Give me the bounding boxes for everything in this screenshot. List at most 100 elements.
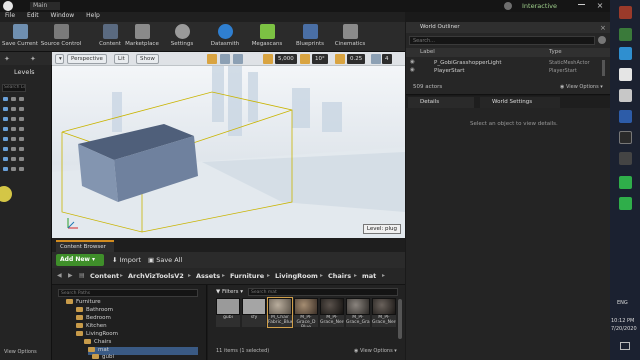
outliner-search-input[interactable]: Search...	[409, 36, 595, 45]
notification-icon[interactable]	[620, 342, 630, 350]
unreal-icon[interactable]	[619, 89, 632, 102]
lock-icon[interactable]	[11, 97, 16, 101]
breadcrumb-assets[interactable]: Assets	[196, 272, 220, 280]
blueprints-button[interactable]: Blueprints	[294, 24, 326, 47]
lock-icon[interactable]	[11, 127, 16, 131]
rotation-snap-value[interactable]: 10°	[312, 54, 328, 64]
breadcrumb-content[interactable]: Content	[90, 272, 119, 280]
levels-view-options[interactable]: View Options	[4, 349, 37, 355]
lit-button[interactable]: Lit	[114, 54, 129, 64]
tree-item-livingroom[interactable]: LivingRoom	[76, 331, 118, 339]
asset-search-input[interactable]: Search mat	[248, 288, 398, 296]
asset-sfy[interactable]: sfy	[242, 298, 266, 327]
tree-item-furniture[interactable]: Furniture	[66, 299, 101, 307]
view-options-button[interactable]: ◉ View Options ▾	[354, 348, 397, 354]
level-row[interactable]	[3, 136, 47, 143]
asset-material[interactable]: M_Chair Fabric_Blue	[267, 297, 293, 328]
col-type[interactable]: Type	[549, 49, 562, 55]
unreal-icon[interactable]	[619, 68, 632, 81]
close-button[interactable]: ×	[595, 1, 605, 11]
eye-icon[interactable]	[3, 157, 8, 161]
language-indicator[interactable]: ENG	[617, 300, 628, 306]
perspective-button[interactable]: Perspective	[67, 54, 107, 64]
tree-item-bathroom[interactable]: Bathroom	[76, 307, 113, 315]
scale-snap-icon[interactable]	[335, 54, 345, 64]
eye-icon[interactable]	[3, 147, 8, 151]
grid-snap-value[interactable]: 5,000	[275, 54, 297, 64]
filters-button[interactable]: ▼ Filters ▾	[216, 289, 243, 295]
lock-icon[interactable]	[11, 107, 16, 111]
level-viewport[interactable]: ▾ Perspective Lit Show 5,000 10° 0.25 4 …	[52, 52, 405, 238]
asset-gubi[interactable]: gubi	[216, 298, 240, 327]
levels-search-input[interactable]: Search Le	[2, 84, 26, 92]
content-button[interactable]: Content	[96, 24, 124, 47]
datasmith-button[interactable]: Datasmith	[210, 24, 240, 47]
back-icon[interactable]: ◀	[57, 272, 62, 279]
menu-file[interactable]: File	[5, 12, 15, 19]
search-paths-input[interactable]: Search Paths	[58, 289, 198, 297]
clock-date[interactable]: 7/20/2020	[611, 326, 637, 332]
level-row[interactable]	[3, 126, 47, 133]
world-local-icon[interactable]	[220, 54, 230, 64]
eye-icon[interactable]	[3, 167, 8, 171]
menu-edit[interactable]: Edit	[27, 12, 39, 19]
transform-icon[interactable]	[207, 54, 217, 64]
tree-item-gubi[interactable]: gubi	[92, 354, 114, 360]
breadcrumb-furniture[interactable]: Furniture	[230, 272, 264, 280]
eye-icon[interactable]	[3, 97, 8, 101]
add-new-button[interactable]: Add New ▾	[56, 254, 104, 266]
outliner-settings-icon[interactable]	[598, 36, 606, 44]
camera-speed-icon[interactable]	[371, 54, 381, 64]
col-label[interactable]: Label	[420, 49, 435, 55]
outliner-row[interactable]: ◉ PlayerStart PlayerStart	[406, 67, 602, 75]
cinematics-button[interactable]: Cinematics	[333, 24, 367, 47]
menu-help[interactable]: Help	[86, 12, 100, 19]
level-row[interactable]	[3, 116, 47, 123]
tab-details[interactable]: Details	[408, 97, 474, 108]
breadcrumb-livingroom[interactable]: LivingRoom	[275, 272, 318, 280]
asset-material[interactable]: M_PF Grace_D Blue	[294, 298, 318, 327]
outliner-view-options[interactable]: ◉ View Options ▾	[560, 84, 603, 90]
save-all-button[interactable]: ▣ Save All	[148, 256, 182, 264]
app-icon[interactable]	[619, 152, 632, 165]
eye-icon[interactable]	[3, 137, 8, 141]
tab-world-outliner[interactable]: World Outliner	[406, 22, 610, 33]
tree-item-bedroom[interactable]: Bedroom	[76, 315, 111, 323]
marketplace-button[interactable]: Marketplace	[125, 24, 159, 47]
asset-material[interactable]: M_PF Grace_Nero	[372, 298, 396, 327]
lock-icon[interactable]	[11, 157, 16, 161]
eye-icon[interactable]	[3, 117, 8, 121]
scrollbar[interactable]	[398, 299, 402, 339]
app-icon[interactable]	[619, 131, 632, 144]
snap-surface-icon[interactable]	[233, 54, 243, 64]
breadcrumb-chairs[interactable]: Chairs	[328, 272, 351, 280]
level-row[interactable]	[3, 96, 47, 103]
clock-time[interactable]: 10:12 PM	[611, 318, 634, 324]
scale-snap-value[interactable]: 0.25	[347, 54, 366, 64]
app-icon[interactable]	[619, 6, 632, 19]
viewport-menu-button[interactable]: ▾	[55, 54, 64, 64]
source-control-button[interactable]: Source Control	[40, 24, 82, 47]
level-row[interactable]	[3, 106, 47, 113]
save-current-button[interactable]: Save Current	[2, 24, 38, 47]
tree-item-chairs[interactable]: Chairs	[84, 339, 111, 347]
minimize-button[interactable]	[578, 4, 585, 5]
asset-material[interactable]: M_PF Grace_Graphite	[346, 298, 370, 327]
tab-content-browser[interactable]: Content Browser	[56, 240, 114, 252]
camtasia-icon[interactable]	[619, 197, 632, 210]
camera-speed-value[interactable]: 4	[382, 54, 392, 64]
lock-icon[interactable]	[11, 147, 16, 151]
lock-icon[interactable]	[11, 117, 16, 121]
tree-item-kitchen[interactable]: Kitchen	[76, 323, 107, 331]
add-level-icon[interactable]: ✦	[30, 55, 36, 63]
rotation-snap-icon[interactable]	[300, 54, 310, 64]
forward-icon[interactable]: ▶	[68, 272, 73, 279]
scrollbar[interactable]	[602, 60, 605, 76]
outliner-row[interactable]: ◉ P_GobiGrasshopperLight StaticMeshActor	[406, 59, 602, 67]
word-icon[interactable]	[619, 110, 632, 123]
asset-material[interactable]: M_PF Grace_Nero	[320, 298, 344, 327]
menu-window[interactable]: Window	[51, 12, 75, 19]
lock-icon[interactable]	[11, 167, 16, 171]
lock-icon[interactable]	[11, 137, 16, 141]
pin-icon[interactable]: ✦	[4, 55, 10, 63]
